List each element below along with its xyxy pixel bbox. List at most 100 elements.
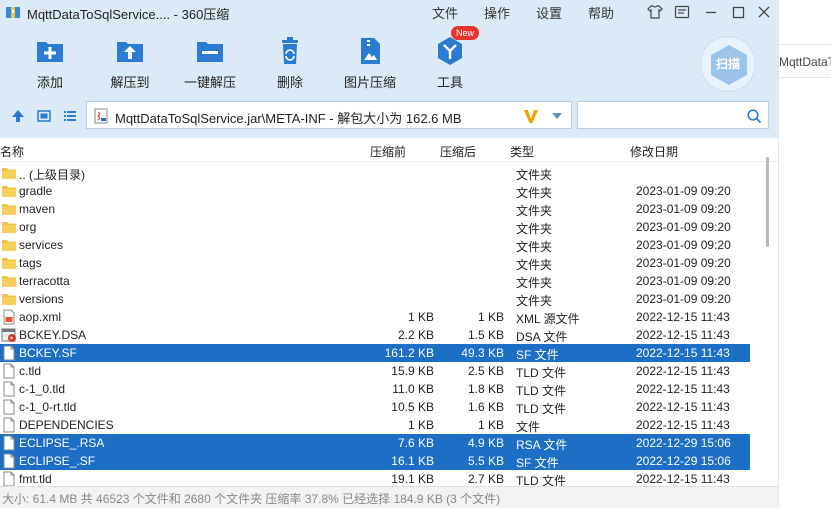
main-toolbar: 添加 解压到 一键解压 删除 图片压缩 工具 New 扫描 — [0, 24, 778, 96]
file-row[interactable]: terracotta 文件夹 2023-01-09 09:20 — [0, 272, 750, 290]
feedback-icon[interactable] — [673, 3, 691, 21]
minimize-icon[interactable] — [702, 3, 720, 21]
image-compress-button[interactable]: 图片压缩 — [335, 24, 405, 94]
file-modified: 2022-12-15 11:43 — [636, 364, 730, 378]
file-name: DEPENDENCIES — [19, 418, 114, 432]
file-icon — [1, 363, 17, 379]
file-type: TLD 文件 — [516, 402, 567, 416]
file-type: TLD 文件 — [516, 474, 567, 486]
file-row[interactable]: .. (上级目录) 文件夹 — [0, 164, 750, 182]
extract-to-button[interactable]: 解压到 — [95, 24, 165, 94]
thumbnail-view-icon[interactable] — [36, 108, 52, 124]
file-name: ECLIPSE_.SF — [19, 454, 96, 468]
address-bar: MqttDataToSqlService.jar\META-INF - 解包大小… — [0, 96, 778, 138]
extract-to-icon — [117, 42, 143, 62]
file-compressed-size: 2.7 KB — [467, 472, 504, 486]
add-button[interactable]: 添加 — [15, 24, 85, 94]
chevron-down-icon[interactable] — [551, 112, 563, 120]
image-compress-icon — [361, 38, 380, 64]
status-bar: 大小: 61.4 MB 共 46523 个文件和 2680 个文件夹 压缩率 3… — [0, 486, 778, 508]
file-row[interactable]: versions 文件夹 2023-01-09 09:20 — [0, 290, 750, 308]
scan-button[interactable]: 扫描 — [700, 36, 756, 92]
menu-file[interactable]: 文件 — [432, 3, 458, 22]
column-name[interactable]: 名称 — [0, 143, 24, 160]
file-modified: 2023-01-09 09:20 — [636, 274, 731, 288]
maximize-icon[interactable] — [729, 3, 747, 21]
file-type: TLD 文件 — [516, 384, 567, 398]
file-row[interactable]: BCKEY.SF 161.2 KB 49.3 KB SF 文件 2022-12-15 1… — [0, 344, 750, 362]
file-name: aop.xml — [19, 310, 62, 324]
file-type: 文件夹 — [516, 258, 553, 272]
menu-settings[interactable]: 设置 — [536, 3, 562, 22]
xml-file-icon — [1, 309, 17, 325]
path-field[interactable]: MqttDataToSqlService.jar\META-INF - 解包大小… — [86, 101, 572, 129]
scan-label: 扫描 — [715, 57, 740, 71]
search-field[interactable] — [577, 101, 769, 129]
file-row[interactable]: BCKEY.DSA 2.2 KB 1.5 KB DSA 文件 2022-12-15 11… — [0, 326, 750, 344]
file-row[interactable]: ECLIPSE_.RSA 7.6 KB 4.9 KB RSA 文件 2022-12-29… — [0, 434, 750, 452]
file-name: org — [19, 220, 37, 234]
trash-icon — [282, 37, 298, 64]
column-modified[interactable]: 修改日期 — [630, 143, 678, 160]
file-type: 文件夹 — [516, 204, 553, 218]
file-modified: 2022-12-15 11:43 — [636, 400, 730, 414]
menu-operate[interactable]: 操作 — [484, 3, 510, 22]
file-row[interactable]: services 文件夹 2023-01-09 09:20 — [0, 236, 750, 254]
file-row[interactable]: aop.xml 1 KB 1 KB XML 源文件 2022-12-15 11:43 — [0, 308, 750, 326]
up-arrow-icon[interactable] — [10, 108, 26, 124]
search-icon[interactable] — [746, 108, 762, 124]
file-row[interactable]: org 文件夹 2023-01-09 09:20 — [0, 218, 750, 236]
file-type: 文件 — [516, 420, 541, 434]
file-size: 161.2 KB — [384, 346, 434, 360]
archive-app-icon — [6, 7, 20, 18]
file-row[interactable]: tags 文件夹 2023-01-09 09:20 — [0, 254, 750, 272]
file-type: SF 文件 — [516, 348, 559, 362]
file-row[interactable]: gradle 文件夹 2023-01-09 09:20 — [0, 182, 750, 200]
file-modified: 2023-01-09 09:20 — [636, 256, 731, 270]
file-modified: 2023-01-09 09:20 — [636, 220, 731, 234]
file-row[interactable]: fmt.tld 19.1 KB 2.7 KB TLD 文件 2022-12-15 11:… — [0, 470, 750, 486]
column-size[interactable]: 压缩前 — [370, 143, 406, 160]
file-compressed-size: 1 KB — [477, 310, 504, 324]
file-size: 1 KB — [407, 418, 434, 432]
close-icon[interactable] — [755, 3, 773, 21]
file-row[interactable]: ECLIPSE_.SF 16.1 KB 5.5 KB SF 文件 2022-12-29 … — [0, 452, 750, 470]
jar-file-icon — [94, 108, 108, 124]
list-view-icon[interactable] — [62, 108, 78, 124]
column-compressed[interactable]: 压缩后 — [440, 143, 476, 160]
file-type: SF 文件 — [516, 456, 559, 470]
one-click-extract-button[interactable]: 一键解压 — [175, 24, 245, 94]
file-modified: 2022-12-29 15:06 — [636, 454, 731, 468]
window-title: MqttDataToSqlService.... - 360压缩 — [27, 7, 230, 22]
column-type[interactable]: 类型 — [510, 143, 534, 160]
background-window-tab: MqttDataTo — [779, 44, 831, 78]
file-compressed-size: 1.6 KB — [467, 400, 504, 414]
file-type: 文件夹 — [516, 294, 553, 308]
file-name: maven — [19, 202, 56, 216]
file-icon — [1, 471, 17, 486]
file-type: 文件夹 — [516, 186, 553, 200]
file-size: 1 KB — [407, 310, 434, 324]
file-size: 16.1 KB — [391, 454, 434, 468]
file-row[interactable]: c-1_0-rt.tld 10.5 KB 1.6 KB TLD 文件 2022-12-1… — [0, 398, 750, 416]
scrollbar-thumb[interactable] — [766, 157, 769, 247]
file-row[interactable]: DEPENDENCIES 1 KB 1 KB 文件 2022-12-15 11:43 — [0, 416, 750, 434]
file-modified: 2022-12-15 11:43 — [636, 472, 730, 486]
image-compress-label: 图片压缩 — [343, 75, 396, 90]
file-row[interactable]: c.tld 15.9 KB 2.5 KB TLD 文件 2022-12-15 11:43 — [0, 362, 750, 380]
file-row[interactable]: maven 文件夹 2023-01-09 09:20 — [0, 200, 750, 218]
delete-button[interactable]: 删除 — [255, 24, 325, 94]
file-rows: .. (上级目录) 文件夹 gradle 文件夹 2023-01-09 09:20 mav… — [0, 164, 778, 486]
file-type: XML 源文件 — [516, 312, 580, 326]
vertical-scrollbar[interactable] — [763, 155, 771, 485]
file-type: 文件夹 — [516, 168, 553, 182]
file-size: 15.9 KB — [391, 364, 434, 378]
file-row[interactable]: c-1_0.tld 11.0 KB 1.8 KB TLD 文件 2022-12-15 1… — [0, 380, 750, 398]
file-name: BCKEY.SF — [19, 346, 77, 360]
file-type: 文件夹 — [516, 240, 553, 254]
v-logo-icon[interactable] — [521, 106, 541, 126]
folder-icon — [1, 165, 17, 181]
file-modified: 2022-12-29 15:06 — [636, 436, 731, 450]
skin-icon[interactable] — [646, 3, 664, 21]
menu-help[interactable]: 帮助 — [588, 3, 614, 22]
